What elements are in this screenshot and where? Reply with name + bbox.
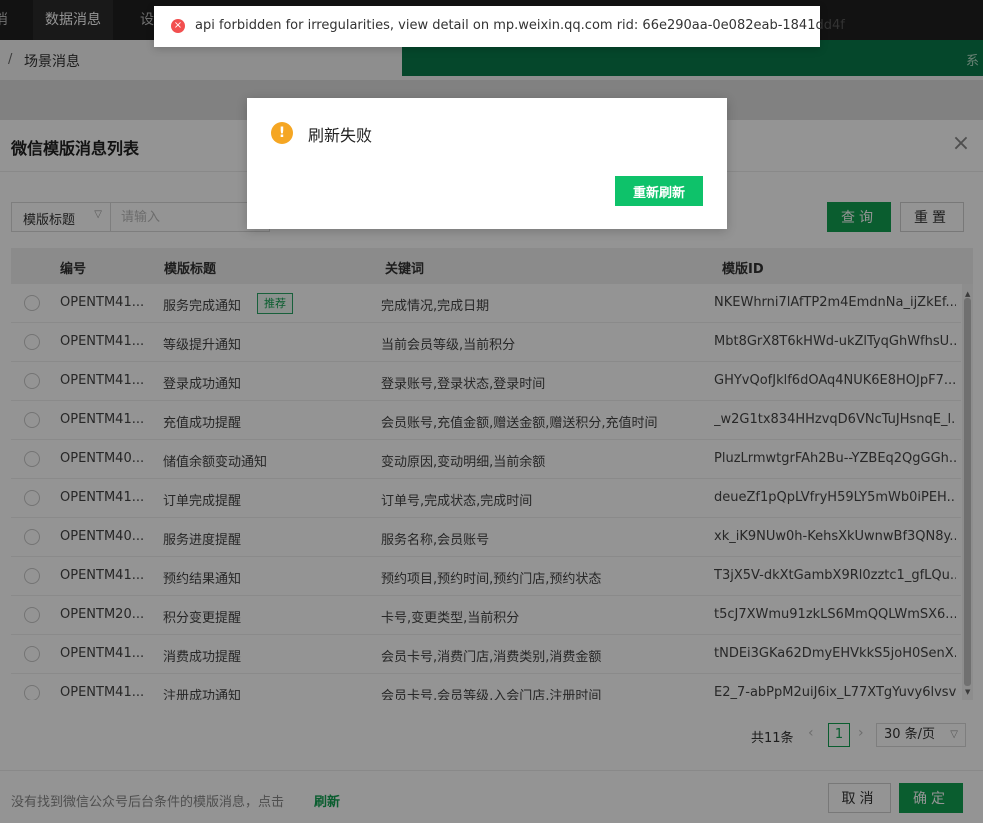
toast-message: api forbidden for irregularities, view d… [195,18,845,33]
refresh-failed-alert: ! 刷新失败 重新刷新 [247,98,727,229]
error-toast: × api forbidden for irregularities, view… [154,6,845,47]
alert-title: 刷新失败 [308,126,373,145]
error-icon: × [171,19,185,33]
retry-refresh-button[interactable]: 重新刷新 [615,176,703,206]
warning-icon: ! [271,122,293,144]
